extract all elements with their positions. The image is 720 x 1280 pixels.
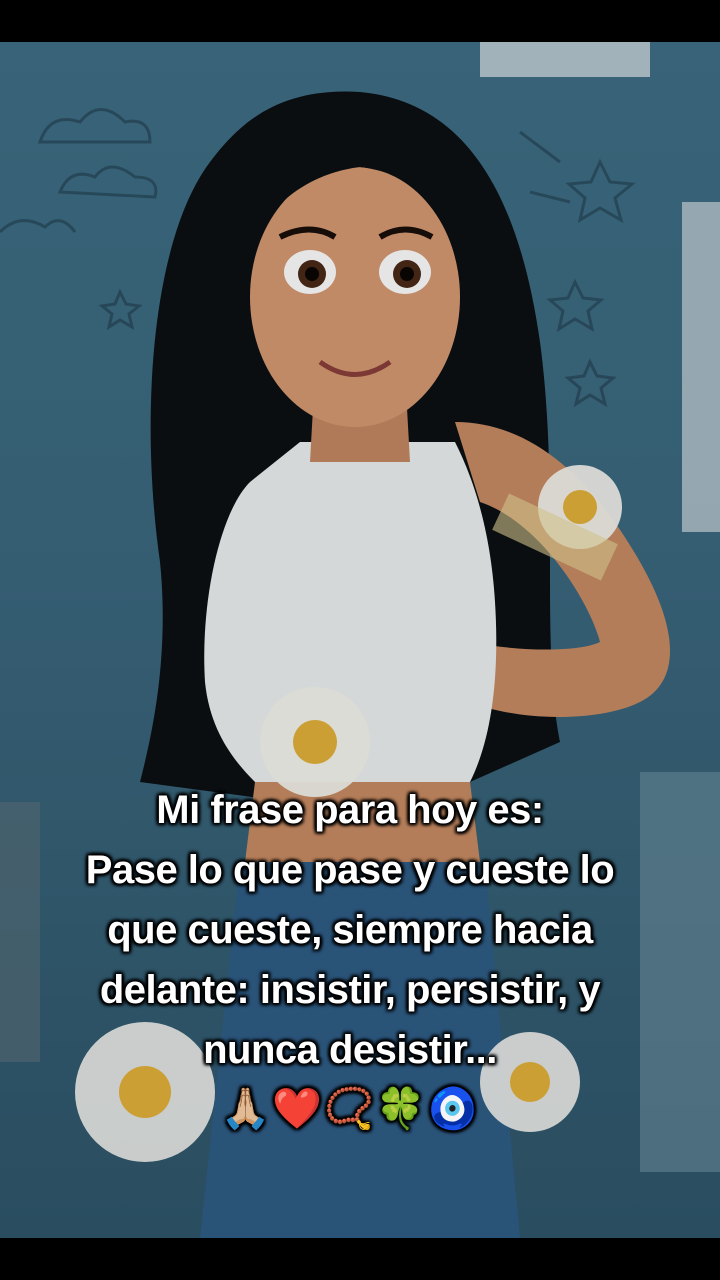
caption-overlay: Mi frase para hoy es: Pase lo que pase y… (20, 780, 680, 1138)
video-frame: Mi frase para hoy es: Pase lo que pase y… (0, 0, 720, 1280)
caption-line-1: Mi frase para hoy es: (156, 788, 544, 832)
caption-line-2: Pase lo que pase y cueste lo (85, 848, 615, 892)
caption-line-3: que cueste, siempre hacia (107, 908, 593, 952)
caption-line-4: delante: insistir, persistir, y (99, 968, 601, 1012)
letterbox-bottom (0, 1238, 720, 1280)
letterbox-top (0, 0, 720, 42)
emoji-row: 🙏🏼❤️📿🍀🧿 (220, 1087, 480, 1131)
caption-line-5: nunca desistir... (203, 1028, 497, 1072)
